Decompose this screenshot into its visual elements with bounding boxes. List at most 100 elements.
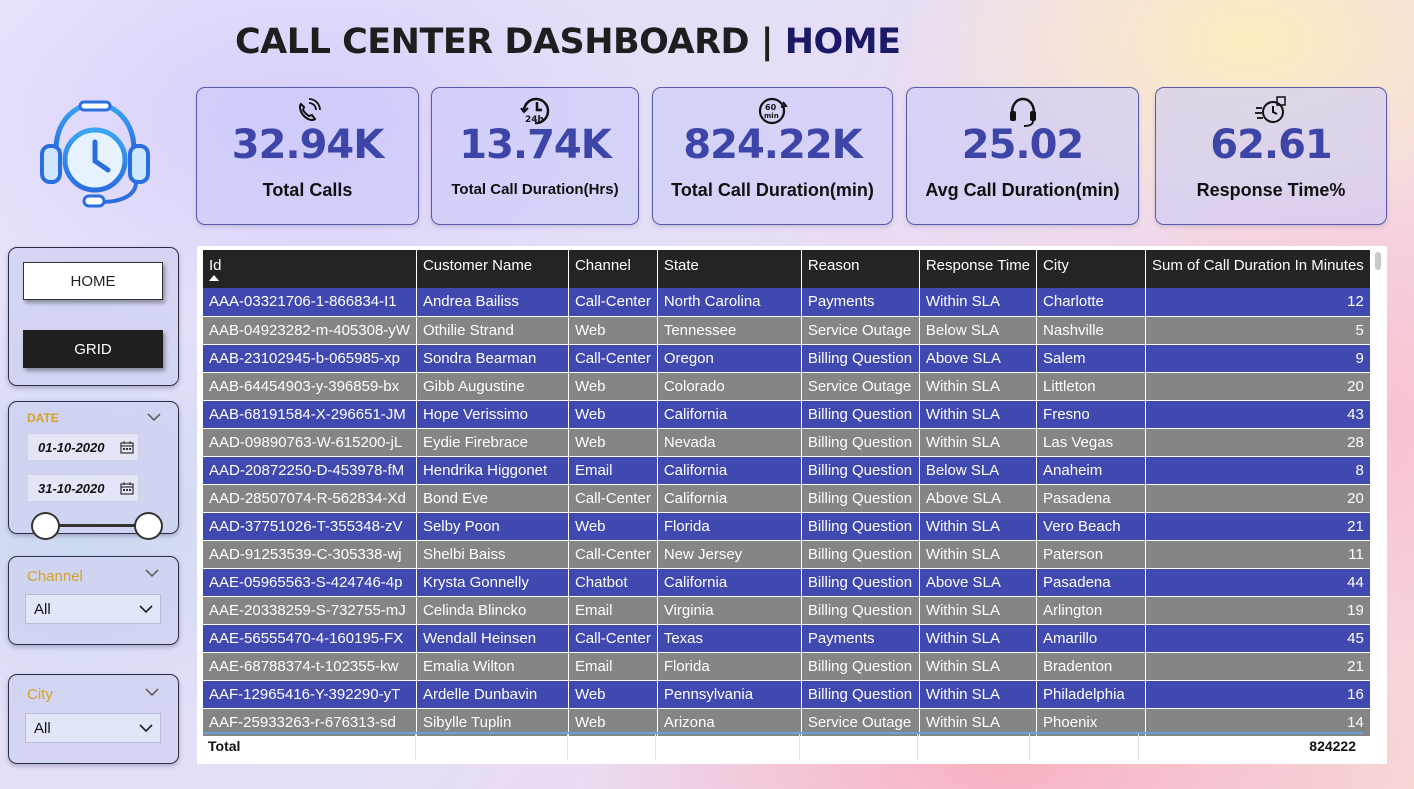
cell-response-time: Within SLA (919, 512, 1038, 541)
column-header-customer-name[interactable]: Customer Name (416, 250, 569, 288)
grid-button[interactable]: GRID (23, 330, 163, 368)
channel-dropdown[interactable]: All (25, 594, 161, 624)
column-divider (1029, 734, 1030, 760)
cell-call-duration: 11 (1145, 540, 1371, 569)
table-row[interactable]: AAA-03321706-1-866834-I1 Andrea Bailiss Ca… (203, 288, 1371, 317)
table-scrollbar[interactable] (1375, 252, 1381, 270)
cell-customer-name: Sondra Bearman (416, 344, 569, 373)
column-header-city[interactable]: City (1036, 250, 1147, 288)
calls-table: Id Customer Name Channel State Reason Re… (203, 250, 1371, 737)
cell-customer-name: Emalia Wilton (416, 652, 569, 681)
cell-city: Bradenton (1036, 652, 1147, 681)
cell-customer-name: Bond Eve (416, 484, 569, 513)
table-row[interactable]: AAD-09890763-W-615200-jL Eydie Firebrace W… (203, 428, 1371, 457)
cell-reason: Payments (801, 624, 920, 653)
cell-id: AAD-28507074-R-562834-Xd (203, 484, 417, 513)
cell-city: Pasadena (1036, 568, 1147, 597)
cell-customer-name: Hope Verissimo (416, 400, 569, 429)
calendar-icon[interactable] (120, 482, 134, 495)
cell-id: AAB-68191584-X-296651-JM (203, 400, 417, 429)
city-dropdown[interactable]: All (25, 713, 161, 743)
cell-id: AAE-20338259-S-732755-mJ (203, 596, 417, 625)
cell-call-duration: 21 (1145, 512, 1371, 541)
kpi-label: Total Call Duration(Hrs) (451, 181, 619, 198)
kpi-card-call-duration-min: 60 min 824.22K Total Call Duration(min) (652, 87, 893, 225)
chevron-down-icon[interactable] (139, 605, 153, 614)
cell-channel: Email (568, 456, 658, 485)
cell-reason: Billing Question (801, 568, 920, 597)
cell-id: AAE-05965563-S-424746-4p (203, 568, 417, 597)
table-row[interactable]: AAB-23102945-b-065985-xp Sondra Bearman Ca… (203, 344, 1371, 373)
start-date-input[interactable]: 01-10-2020 (27, 433, 139, 461)
cell-customer-name: Gibb Augustine (416, 372, 569, 401)
city-slicer: City All (8, 674, 179, 764)
column-header-response-time[interactable]: Response Time (919, 250, 1038, 288)
column-header-reason[interactable]: Reason (801, 250, 920, 288)
table-row[interactable]: AAE-56555470-4-160195-FX Wendall Heinsen C… (203, 624, 1371, 653)
cell-state: California (657, 484, 802, 513)
cell-response-time: Within SLA (919, 680, 1038, 709)
table-row[interactable]: AAD-91253539-C-305338-wj Shelbi Baiss Call… (203, 540, 1371, 569)
cell-city: Paterson (1036, 540, 1147, 569)
date-range-end-handle[interactable] (134, 512, 163, 540)
cell-reason: Billing Question (801, 596, 920, 625)
cell-reason: Billing Question (801, 344, 920, 373)
table-row[interactable]: AAD-37751026-T-355348-zV Selby Poon Web Flo… (203, 512, 1371, 541)
table-row[interactable]: AAF-12965416-Y-392290-yT Ardelle Dunbavin… (203, 680, 1371, 709)
cell-call-duration: 20 (1145, 484, 1371, 513)
cell-channel: Call-Center (568, 484, 658, 513)
cell-response-time: Within SLA (919, 428, 1038, 457)
date-slicer: DATE 01-10-2020 31-10-2020 (8, 401, 179, 540)
kpi-card-total-calls: 32.94K Total Calls (196, 87, 419, 225)
column-header-channel[interactable]: Channel (568, 250, 658, 288)
table-row[interactable]: AAB-64454903-y-396859-bx Gibb Augustine We… (203, 372, 1371, 401)
table-row[interactable]: AAD-28507074-R-562834-Xd Bond Eve Call-Cen… (203, 484, 1371, 513)
cell-state: North Carolina (657, 288, 802, 317)
table-row[interactable]: AAB-04923282-m-405308-yW Othilie Strand We… (203, 316, 1371, 345)
cell-channel: Call-Center (568, 288, 658, 317)
cell-state: Colorado (657, 372, 802, 401)
column-divider (655, 734, 656, 760)
cell-state: Florida (657, 512, 802, 541)
column-divider (415, 734, 416, 760)
cell-response-time: Above SLA (919, 568, 1038, 597)
home-button[interactable]: HOME (23, 262, 163, 300)
chevron-down-icon[interactable] (145, 569, 159, 578)
cell-reason: Billing Question (801, 428, 920, 457)
table-row[interactable]: AAD-20872250-D-453978-fM Hendrika Higgone… (203, 456, 1371, 485)
column-header-state[interactable]: State (657, 250, 802, 288)
cell-response-time: Within SLA (919, 596, 1038, 625)
sort-ascending-icon[interactable] (209, 275, 219, 281)
cell-id: AAA-03321706-1-866834-I1 (203, 288, 417, 317)
cell-call-duration: 43 (1145, 400, 1371, 429)
chevron-down-icon[interactable] (147, 413, 161, 422)
end-date-input[interactable]: 31-10-2020 (27, 474, 139, 502)
cell-channel: Call-Center (568, 624, 658, 653)
cell-state: California (657, 400, 802, 429)
chevron-down-icon[interactable] (139, 724, 153, 733)
cell-channel: Call-Center (568, 344, 658, 373)
cell-state: Virginia (657, 596, 802, 625)
page-title-main: CALL CENTER DASHBOARD | (235, 22, 785, 62)
cell-channel: Web (568, 372, 658, 401)
cell-state: Texas (657, 624, 802, 653)
column-header-id[interactable]: Id (203, 250, 417, 288)
kpi-value: 25.02 (961, 122, 1085, 168)
cell-channel: Web (568, 512, 658, 541)
cell-call-duration: 44 (1145, 568, 1371, 597)
table-row[interactable]: AAE-68788374-t-102355-kw Emalia Wilton Ema… (203, 652, 1371, 681)
cell-id: AAE-68788374-t-102355-kw (203, 652, 417, 681)
table-row[interactable]: AAE-05965563-S-424746-4p Krysta Gonnelly C… (203, 568, 1371, 597)
cell-id: AAD-37751026-T-355348-zV (203, 512, 417, 541)
date-range-start-handle[interactable] (31, 512, 60, 540)
kpi-label: Avg Call Duration(min) (925, 180, 1120, 200)
cell-customer-name: Krysta Gonnelly (416, 568, 569, 597)
cell-city: Littleton (1036, 372, 1147, 401)
svg-text:60: 60 (765, 103, 777, 112)
column-header-call-duration[interactable]: Sum of Call Duration In Minutes (1145, 250, 1371, 288)
cell-reason: Billing Question (801, 484, 920, 513)
chevron-down-icon[interactable] (145, 688, 159, 697)
table-row[interactable]: AAB-68191584-X-296651-JM Hope Verissimo We… (203, 400, 1371, 429)
table-row[interactable]: AAE-20338259-S-732755-mJ Celinda Blincko E… (203, 596, 1371, 625)
calendar-icon[interactable] (120, 441, 134, 454)
